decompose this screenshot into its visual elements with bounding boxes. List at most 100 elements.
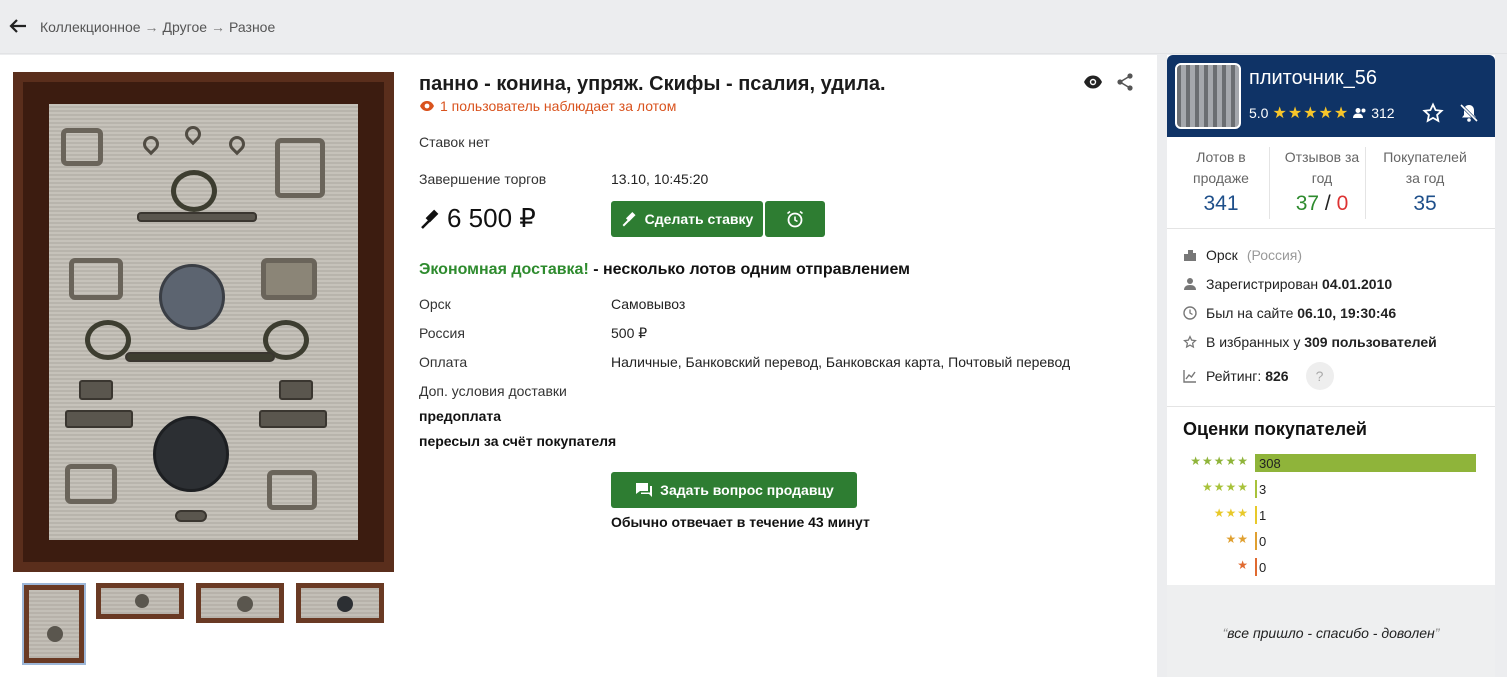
photo-object: [65, 410, 133, 428]
favorites-label: В избранных у: [1206, 334, 1305, 350]
rating-row: ★ 0: [1183, 557, 1479, 577]
delivery-value: 500 ₽: [611, 325, 648, 341]
stat-label: Отзывов за год: [1284, 149, 1360, 186]
seller-header: плиточник_56 5.0 ★★★★★ 312: [1167, 55, 1495, 137]
thumbnail[interactable]: [296, 583, 384, 623]
lot-main-photo[interactable]: [13, 72, 394, 572]
country: (Россия): [1246, 247, 1303, 263]
stat-buyers[interactable]: Покупателей за год 35: [1375, 147, 1475, 214]
rating-row: ★★★★ 3: [1183, 479, 1479, 499]
price: 6 500 ₽: [419, 203, 536, 234]
breadcrumb-separator: →: [211, 19, 226, 35]
chat-icon: [636, 483, 653, 497]
review-snippet: “все пришло - спасибо - доволен”: [1167, 585, 1495, 677]
photo-object: [153, 416, 229, 492]
favorite-star-icon[interactable]: [1422, 102, 1444, 124]
photo-object: [171, 170, 217, 212]
user-icon: [1184, 278, 1196, 290]
rating-bar: [1255, 558, 1257, 576]
rating-count: 3: [1259, 482, 1267, 497]
photo-object: [65, 464, 117, 504]
stat-lots[interactable]: Лотов в продаже 341: [1179, 147, 1263, 214]
last-seen-label: Был на сайте: [1206, 305, 1298, 321]
lot-panel: панно - конина, упряж. Скифы - псалия, у…: [0, 55, 1157, 677]
delivery-value: Самовывоз: [611, 296, 686, 312]
rating-count: 308: [1259, 456, 1281, 471]
seller-location: Орск (Россия): [1183, 247, 1302, 263]
rating-count: 1: [1259, 508, 1267, 523]
seller-rating: 5.0 ★★★★★ 312: [1249, 103, 1395, 123]
rating-stars: ★★★: [1213, 506, 1249, 520]
stat-label: Лотов в продаже: [1193, 149, 1249, 186]
share-icon[interactable]: [1115, 72, 1135, 92]
breadcrumb-item[interactable]: Разное: [229, 19, 275, 35]
thumbnail[interactable]: [22, 583, 86, 665]
place-bid-label: Сделать ставку: [644, 211, 754, 227]
rating-stars: ★★★★: [1201, 480, 1249, 494]
divider: [1269, 147, 1270, 219]
stat-positive: 37: [1295, 192, 1320, 215]
city-buildings-icon: [1184, 250, 1196, 261]
seller-name[interactable]: плиточник_56: [1249, 67, 1377, 90]
rating-bar: [1255, 480, 1257, 498]
ratings-title: Оценки покупателей: [1183, 419, 1367, 439]
payment-value: Наличные, Банковский перевод, Банковская…: [611, 354, 1071, 370]
photo-object: [85, 320, 131, 360]
photo-object: [61, 128, 103, 166]
seller-rating-value: 5.0: [1249, 105, 1269, 121]
place-bid-button[interactable]: Сделать ставку: [611, 201, 763, 237]
notifications-off-icon[interactable]: [1458, 102, 1480, 124]
stat-value: 35: [1413, 192, 1437, 215]
extra-condition: пересыл за счёт покупателя: [419, 433, 617, 449]
response-time: Обычно отвечает в течение 43 минут: [611, 514, 870, 530]
seller-stats: Лотов в продаже 341 Отзывов за год 37 / …: [1167, 137, 1495, 229]
payment-label: Оплата: [419, 354, 468, 370]
reminder-button[interactable]: [765, 201, 825, 237]
economy-delivery: Экономная доставка! - несколько лотов од…: [419, 261, 910, 279]
economy-delivery-highlight: Экономная доставка!: [419, 261, 589, 278]
last-seen-value: 06.10, 19:30:46: [1297, 305, 1397, 321]
stat-reviews[interactable]: Отзывов за год 37 / 0: [1277, 147, 1367, 214]
seller-last-seen: Был на сайте 06.10, 19:30:46: [1183, 305, 1396, 321]
followers-icon: [1353, 108, 1366, 118]
stat-label: Покупателей за год: [1383, 149, 1467, 186]
watch-eye-icon[interactable]: [1083, 72, 1103, 92]
extra-conditions-label: Доп. условия доставки: [419, 383, 567, 399]
ask-seller-button[interactable]: Задать вопрос продавцу: [611, 472, 857, 508]
rating-row: ★★★ 1: [1183, 505, 1479, 525]
photo-object: [181, 122, 205, 146]
back-arrow-icon[interactable]: [8, 16, 28, 36]
rating-count: 0: [1259, 534, 1267, 549]
registered-date: 04.01.2010: [1322, 276, 1393, 292]
help-button[interactable]: ?: [1305, 362, 1334, 390]
rating-stars: ★: [1237, 558, 1249, 572]
seller-avatar[interactable]: [1175, 63, 1241, 129]
rating-row: ★★★★★ 308: [1183, 453, 1479, 473]
rating-bar: [1255, 532, 1257, 550]
clock-icon: [1183, 306, 1197, 320]
seller-stars: ★★★★★: [1272, 105, 1350, 122]
thumbnail[interactable]: [96, 583, 184, 619]
delivery-label: Орск: [419, 296, 451, 312]
rating-label: Рейтинг:: [1206, 368, 1266, 384]
thumbnail[interactable]: [196, 583, 284, 623]
rating-count: 0: [1259, 560, 1267, 575]
photo-object: [175, 510, 207, 522]
photo-object: [69, 258, 123, 300]
seller-favorites: В избранных у 309 пользователей: [1183, 334, 1437, 350]
rating-bar: [1255, 506, 1257, 524]
alarm-clock-icon: [787, 210, 803, 228]
breadcrumb: Коллекционное → Другое → Разное: [40, 19, 275, 35]
breadcrumb-separator: →: [144, 19, 159, 35]
photo-object: [267, 470, 317, 510]
photo-object: [259, 410, 327, 428]
rating-stars: ★★★★★: [1190, 454, 1249, 468]
breadcrumb-item[interactable]: Другое: [163, 19, 207, 35]
seller-followers: 312: [1371, 105, 1395, 121]
photo-canvas: [49, 104, 358, 540]
eye-icon: [420, 101, 434, 111]
breadcrumb-item[interactable]: Коллекционное: [40, 19, 141, 35]
seller-rating-score: Рейтинг: 826 ?: [1183, 362, 1334, 390]
gavel-icon: [622, 211, 636, 227]
review-text: все пришло - спасибо - доволен: [1227, 625, 1435, 641]
